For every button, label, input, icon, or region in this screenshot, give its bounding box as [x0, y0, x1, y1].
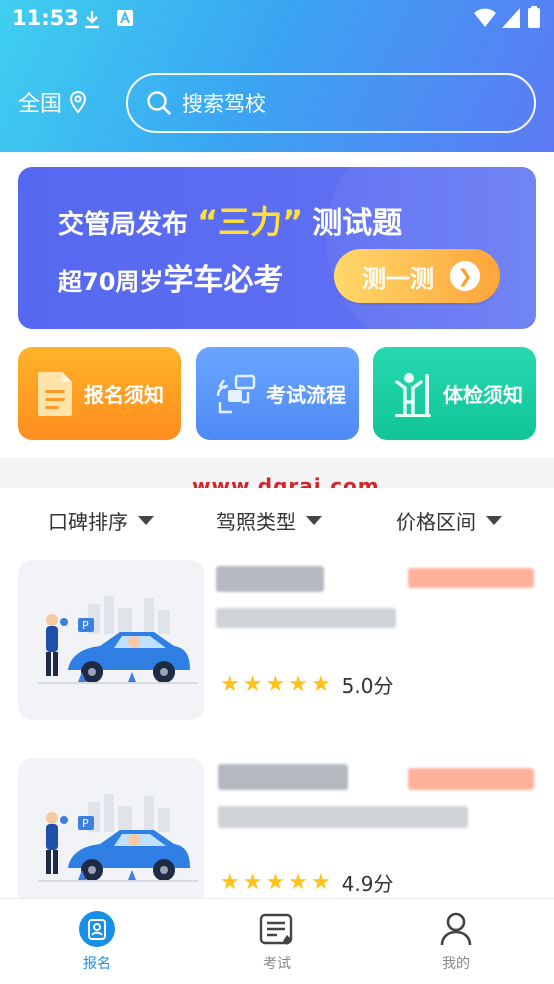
filter-label: 价格区间 [396, 510, 476, 534]
star-icon: ★ [288, 869, 308, 895]
filter-label: 口碑排序 [48, 510, 128, 534]
star-icon: ★ [310, 869, 331, 895]
star-icon: ★ [310, 671, 331, 697]
banner-subline-a: 超70周岁 [58, 268, 164, 296]
rating-score: 4.9分 [341, 872, 394, 896]
app-notification-icon [117, 10, 133, 26]
location-pin-icon [70, 91, 87, 114]
quick-action-exam-process[interactable]: 考试流程 [196, 347, 359, 440]
tab-label: 考试 [263, 956, 291, 972]
school-thumbnail: P [18, 560, 204, 720]
caret-down-icon [306, 516, 322, 525]
school-name-redacted [218, 764, 348, 790]
rating: ★ ★ ★ ★ ★ 4.9分 [220, 868, 393, 897]
car-illustration-icon: P [38, 596, 198, 684]
signal-icon [502, 8, 520, 28]
svg-text:P: P [82, 619, 89, 632]
document-icon [38, 371, 72, 416]
banner-subline: 超70周岁学车必考 [58, 255, 283, 299]
caret-down-icon [486, 516, 502, 525]
bottom-tab-bar: 报名 考试 我的 [0, 898, 554, 984]
car-illustration-icon: P [38, 794, 198, 882]
banner-button-label: 测一测 [362, 264, 434, 293]
header: 11:53 全国 搜索驾校 [0, 0, 554, 152]
school-address-redacted [216, 608, 396, 628]
quick-action-label: 考试流程 [266, 383, 346, 407]
star-icon: ★ [220, 671, 240, 697]
filter-reputation-sort[interactable]: 口碑排序 [48, 506, 154, 535]
tab-register[interactable]: 报名 [47, 909, 147, 973]
price-redacted [408, 568, 534, 588]
caret-down-icon [138, 516, 154, 525]
fitness-person-icon [395, 372, 431, 417]
star-icon: ★ [242, 869, 263, 895]
filter-license-type[interactable]: 驾照类型 [216, 506, 322, 535]
price-redacted [408, 768, 534, 790]
star-icon: ★ [242, 671, 263, 697]
banner-test-button[interactable]: 测一测 ❯ [334, 249, 500, 303]
filter-label: 驾照类型 [216, 510, 296, 534]
tab-profile[interactable]: 我的 [406, 909, 506, 973]
status-bar: 11:53 [0, 0, 554, 38]
quick-action-label: 报名须知 [84, 383, 164, 407]
star-icon: ★ [265, 671, 286, 697]
exam-sheet-icon [259, 913, 293, 945]
banner-headline-a: 交管局发布 [58, 210, 189, 240]
battery-icon [528, 6, 540, 28]
banner-subline-b: 学车必考 [163, 263, 284, 298]
svg-text:P: P [82, 817, 89, 830]
status-time: 11:53 [12, 6, 79, 30]
id-badge-icon [79, 911, 115, 947]
filter-price-range[interactable]: 价格区间 [396, 506, 502, 535]
banner-headline: 交管局发布 “三力” 测试题 [58, 197, 402, 243]
search-icon [147, 91, 171, 115]
section-divider: www.dgrai.com [0, 458, 554, 498]
banner-headline-b: 测试题 [312, 206, 403, 241]
filter-bar: 口碑排序 驾照类型 价格区间 [0, 488, 554, 550]
download-icon [85, 11, 99, 29]
promo-banner[interactable]: 交管局发布 “三力” 测试题 超70周岁学车必考 测一测 ❯ [18, 167, 536, 329]
search-input[interactable]: 搜索驾校 [182, 88, 266, 118]
user-icon [440, 912, 472, 946]
star-icon: ★ [265, 869, 286, 895]
flowchart-icon [216, 374, 256, 413]
chevron-right-icon: ❯ [450, 261, 480, 291]
wifi-icon [474, 8, 496, 27]
search-bar[interactable]: 搜索驾校 [126, 73, 536, 133]
school-address-redacted [218, 806, 468, 828]
rating: ★ ★ ★ ★ ★ 5.0分 [220, 670, 393, 699]
quick-action-label: 体检须知 [443, 383, 523, 407]
star-icon: ★ [288, 671, 308, 697]
rating-score: 5.0分 [341, 674, 394, 698]
tab-label: 报名 [83, 956, 111, 972]
school-name-redacted [216, 566, 324, 592]
location-label: 全国 [18, 92, 63, 117]
location-selector[interactable]: 全国 [18, 86, 88, 118]
tab-label: 我的 [442, 956, 470, 972]
star-icon: ★ [220, 869, 240, 895]
quick-action-registration-notice[interactable]: 报名须知 [18, 347, 181, 440]
school-thumbnail: P [18, 758, 204, 918]
quick-action-medical-exam-notice[interactable]: 体检须知 [373, 347, 536, 440]
banner-decoration [326, 167, 536, 329]
banner-headline-highlight: “三力” [197, 203, 304, 241]
tab-exam[interactable]: 考试 [227, 909, 327, 973]
